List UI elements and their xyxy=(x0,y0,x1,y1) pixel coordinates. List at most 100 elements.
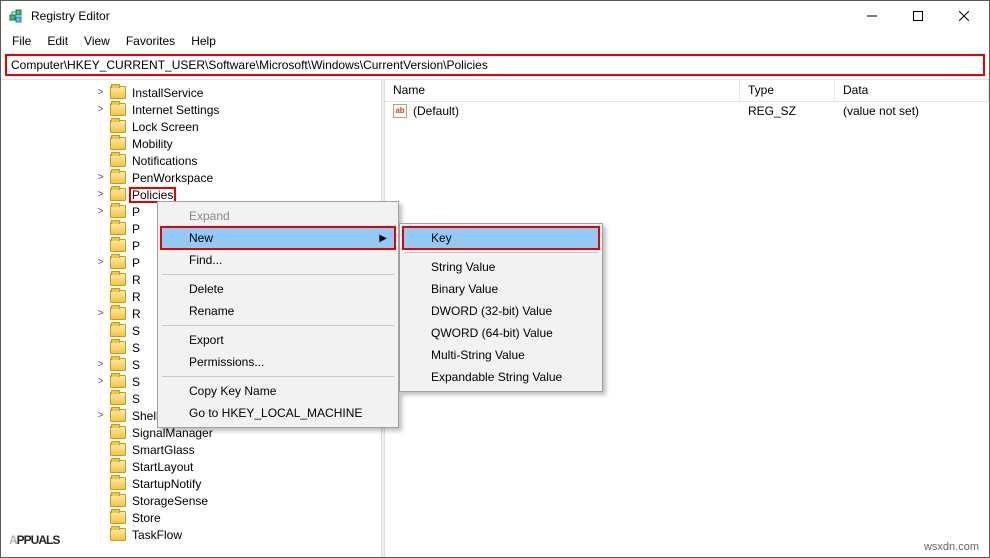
tree-item[interactable]: Notifications xyxy=(93,152,381,169)
folder-icon xyxy=(110,86,126,99)
menu-item[interactable]: Delete xyxy=(161,278,395,300)
menu-favorites[interactable]: Favorites xyxy=(119,32,182,50)
value-row[interactable]: ab (Default) REG_SZ (value not set) xyxy=(385,102,989,120)
menu-item[interactable]: Binary Value xyxy=(403,278,599,300)
menu-edit[interactable]: Edit xyxy=(40,32,75,50)
regedit-icon xyxy=(9,8,25,24)
tree-label: S xyxy=(130,392,142,406)
menu-item[interactable]: Permissions... xyxy=(161,351,395,373)
folder-icon xyxy=(110,443,126,456)
folder-icon xyxy=(110,120,126,133)
folder-icon xyxy=(110,188,126,201)
tree-label: StartLayout xyxy=(130,460,195,474)
tree-item[interactable]: SmartGlass xyxy=(93,441,381,458)
tree-item[interactable]: StartLayout xyxy=(93,458,381,475)
tree-item[interactable]: Mobility xyxy=(93,135,381,152)
expand-icon[interactable]: > xyxy=(95,359,106,370)
tree-label: SmartGlass xyxy=(130,443,197,457)
col-type[interactable]: Type xyxy=(740,80,835,101)
menu-file[interactable]: File xyxy=(5,32,38,50)
tree-label: Store xyxy=(130,511,163,525)
folder-icon xyxy=(110,239,126,252)
menu-separator xyxy=(162,274,394,275)
menu-item[interactable]: Export xyxy=(161,329,395,351)
folder-icon xyxy=(110,205,126,218)
expand-icon[interactable]: > xyxy=(95,172,106,183)
expand-icon[interactable]: > xyxy=(95,206,106,217)
tree-label: P xyxy=(130,256,142,270)
menu-item[interactable]: Copy Key Name xyxy=(161,380,395,402)
menu-separator xyxy=(162,325,394,326)
expand-icon[interactable]: > xyxy=(95,308,106,319)
title-bar: Registry Editor xyxy=(1,1,989,31)
tree-item[interactable]: Lock Screen xyxy=(93,118,381,135)
col-data[interactable]: Data xyxy=(835,80,989,101)
tree-label: P xyxy=(130,222,142,236)
menu-item[interactable]: DWORD (32-bit) Value xyxy=(403,300,599,322)
menu-item[interactable]: Find... xyxy=(161,249,395,271)
col-name[interactable]: Name xyxy=(385,80,740,101)
tree-label: R xyxy=(130,307,143,321)
tree-item[interactable]: >PenWorkspace xyxy=(93,169,381,186)
folder-icon xyxy=(110,528,126,541)
tree-item[interactable]: StartupNotify xyxy=(93,475,381,492)
folder-icon xyxy=(110,171,126,184)
menu-item[interactable]: Expandable String Value xyxy=(403,366,599,388)
menu-item[interactable]: Go to HKEY_LOCAL_MACHINE xyxy=(161,402,395,424)
window-title: Registry Editor xyxy=(31,9,110,23)
tree-label: S xyxy=(130,358,142,372)
tree-label: Lock Screen xyxy=(130,120,201,134)
value-name: (Default) xyxy=(413,104,459,118)
minimize-button[interactable] xyxy=(849,1,895,31)
tree-label: StorageSense xyxy=(130,494,210,508)
address-bar[interactable]: Computer\HKEY_CURRENT_USER\Software\Micr… xyxy=(5,54,985,76)
folder-icon xyxy=(110,409,126,422)
menu-item[interactable]: Rename xyxy=(161,300,395,322)
folder-icon xyxy=(110,307,126,320)
tree-item[interactable]: Store xyxy=(93,509,381,526)
tree-label: Notifications xyxy=(130,154,199,168)
expand-icon[interactable]: > xyxy=(95,189,106,200)
watermark-right: wsxdn.com xyxy=(924,541,979,553)
folder-icon xyxy=(110,154,126,167)
folder-icon xyxy=(110,222,126,235)
expand-icon[interactable]: > xyxy=(95,87,106,98)
folder-icon xyxy=(110,375,126,388)
tree-label: Mobility xyxy=(130,137,175,151)
folder-icon xyxy=(110,460,126,473)
context-submenu-new: Key String ValueBinary ValueDWORD (32-bit… xyxy=(399,223,603,392)
context-menu: ExpandNew▶Find...DeleteRenameExportPermi… xyxy=(157,201,399,428)
menu-item[interactable]: New▶ xyxy=(161,227,395,249)
close-button[interactable] xyxy=(941,1,987,31)
address-bar-container: Computer\HKEY_CURRENT_USER\Software\Micr… xyxy=(1,51,989,79)
expand-icon[interactable]: > xyxy=(95,104,106,115)
menu-item[interactable]: Key xyxy=(403,227,599,249)
tree-item[interactable]: >InstallService xyxy=(93,84,381,101)
tree-item[interactable]: >Internet Settings xyxy=(93,101,381,118)
menu-bar: File Edit View Favorites Help xyxy=(1,31,989,51)
folder-icon xyxy=(110,256,126,269)
tree-label: P xyxy=(130,205,142,219)
tree-item[interactable]: StorageSense xyxy=(93,492,381,509)
tree-label: StartupNotify xyxy=(130,477,203,491)
menu-help[interactable]: Help xyxy=(184,32,223,50)
menu-separator xyxy=(162,376,394,377)
tree-label: S xyxy=(130,341,142,355)
menu-item[interactable]: String Value xyxy=(403,256,599,278)
value-data: (value not set) xyxy=(843,104,919,118)
tree-label: P xyxy=(130,239,142,253)
folder-icon xyxy=(110,290,126,303)
menu-item[interactable]: QWORD (64-bit) Value xyxy=(403,322,599,344)
watermark-left: APPUALS xyxy=(9,523,59,551)
tree-item[interactable]: TaskFlow xyxy=(93,526,381,543)
folder-icon xyxy=(110,494,126,507)
expand-icon[interactable]: > xyxy=(95,410,106,421)
folder-icon xyxy=(110,511,126,524)
expand-icon[interactable]: > xyxy=(95,376,106,387)
menu-view[interactable]: View xyxy=(77,32,117,50)
maximize-button[interactable] xyxy=(895,1,941,31)
menu-item[interactable]: Multi-String Value xyxy=(403,344,599,366)
expand-icon[interactable]: > xyxy=(95,257,106,268)
folder-icon xyxy=(110,324,126,337)
tree-label: Policies xyxy=(130,188,175,202)
